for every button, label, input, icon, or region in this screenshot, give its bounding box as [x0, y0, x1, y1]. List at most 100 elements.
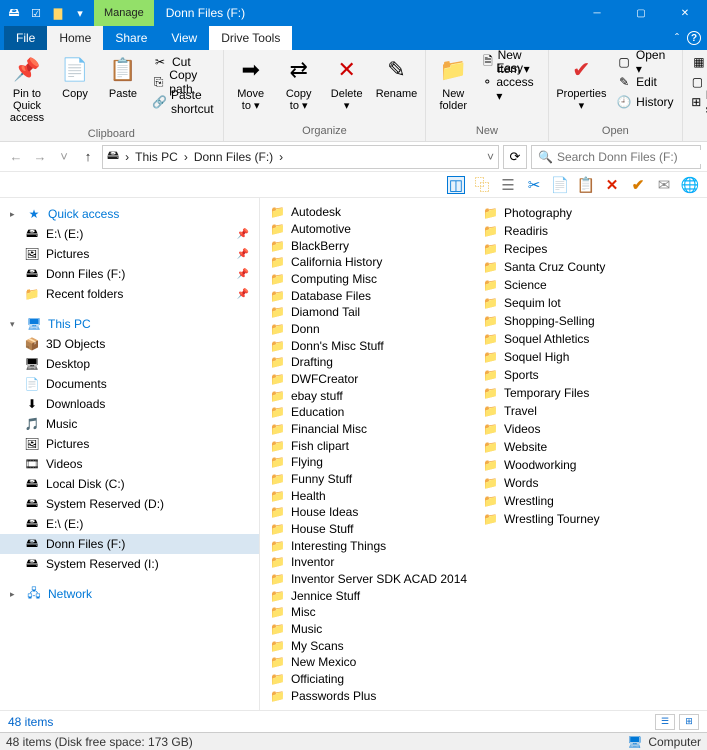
nav-item[interactable]: 🖴E:\ (E:)📌	[0, 224, 259, 244]
ribbon-collapse-icon[interactable]: ˆ	[675, 31, 679, 45]
folder-item[interactable]: 📁Wrestling	[481, 492, 607, 510]
properties-button[interactable]: ✔Properties ▾	[553, 52, 611, 114]
folder-item[interactable]: 📁Shopping-Selling	[481, 312, 607, 330]
chevron-right-icon[interactable]: ›	[121, 150, 133, 164]
folder-item[interactable]: 📁Computing Misc	[268, 271, 469, 288]
nav-recent-dropdown[interactable]: ˅	[54, 145, 74, 169]
folder-item[interactable]: 📁Words	[481, 474, 607, 492]
breadcrumb[interactable]: 🖴 › This PC › Donn Files (F:) › ˅	[102, 145, 499, 169]
invert-selection-button[interactable]: ⊞Invert selection	[687, 92, 707, 112]
tab-drive-tools[interactable]: Drive Tools	[209, 26, 292, 50]
folder-item[interactable]: 📁Santa Cruz County	[481, 258, 607, 276]
tab-share[interactable]: Share	[103, 26, 159, 50]
folder-item[interactable]: 📁Woodworking	[481, 456, 607, 474]
folder-item[interactable]: 📁Music	[268, 621, 469, 638]
folder-item[interactable]: 📁Sports	[481, 366, 607, 384]
folder-item[interactable]: 📁Drafting	[268, 354, 469, 371]
nav-item[interactable]: 🖴E:\ (E:)	[0, 514, 259, 534]
list-icon[interactable]: ☰	[499, 176, 517, 194]
refresh-button[interactable]: ⟳	[503, 145, 527, 169]
nav-item[interactable]: 📄Documents	[0, 374, 259, 394]
paste-icon[interactable]: 📋	[577, 176, 595, 194]
folder-item[interactable]: 📁Funny Stuff	[268, 471, 469, 488]
new-folder-button[interactable]: 📁New folder	[430, 52, 476, 114]
folder-item[interactable]: 📁House Ideas	[268, 504, 469, 521]
folder-item[interactable]: 📁Interesting Things	[268, 537, 469, 554]
nav-item[interactable]: 🖼Pictures📌	[0, 244, 259, 264]
nav-item[interactable]: 🖥Desktop	[0, 354, 259, 374]
folder-item[interactable]: 📁Jennice Stuff	[268, 587, 469, 604]
folder-item[interactable]: 📁Donn	[268, 321, 469, 338]
large-icons-view-button[interactable]: ⊞	[679, 714, 699, 730]
close-button[interactable]: ✕	[663, 0, 707, 26]
move-to-button[interactable]: ➡Move to ▾	[228, 52, 274, 114]
nav-item[interactable]: 📁Recent folders📌	[0, 284, 259, 304]
search-box[interactable]: 🔍	[531, 145, 701, 169]
cut-icon[interactable]: ✂	[525, 176, 543, 194]
qat-newfolder-icon[interactable]: ▇	[48, 3, 68, 23]
folder-item[interactable]: 📁BlackBerry	[268, 237, 469, 254]
folder-item[interactable]: 📁Autodesk	[268, 204, 469, 221]
nav-item[interactable]: 🖴Donn Files (F:)	[0, 534, 259, 554]
mail-icon[interactable]: ✉	[655, 176, 673, 194]
context-tab-manage[interactable]: Manage	[94, 0, 154, 26]
folder-item[interactable]: 📁Automotive	[268, 221, 469, 238]
folder-item[interactable]: 📁Soquel High	[481, 348, 607, 366]
check-icon[interactable]: ✔	[629, 176, 647, 194]
globe-icon[interactable]: 🌐	[681, 176, 699, 194]
nav-item[interactable]: 🎵Music	[0, 414, 259, 434]
folder-item[interactable]: 📁Videos	[481, 420, 607, 438]
folder-item[interactable]: 📁Temporary Files	[481, 384, 607, 402]
nav-item[interactable]: 🖴System Reserved (I:)	[0, 554, 259, 574]
folder-item[interactable]: 📁Flying	[268, 454, 469, 471]
breadcrumb-dropdown-icon[interactable]: ˅	[487, 150, 494, 164]
folder-item[interactable]: 📁Travel	[481, 402, 607, 420]
paste-button[interactable]: 📋Paste	[100, 52, 146, 102]
nav-item[interactable]: 🖴System Reserved (D:)	[0, 494, 259, 514]
tab-view[interactable]: View	[159, 26, 209, 50]
tab-home[interactable]: Home	[47, 26, 103, 50]
folder-item[interactable]: 📁Website	[481, 438, 607, 456]
copy-button[interactable]: 📄Copy	[52, 52, 98, 102]
select-all-button[interactable]: ▦Select all	[687, 52, 707, 72]
folder-item[interactable]: 📁Health	[268, 487, 469, 504]
search-input[interactable]	[557, 150, 707, 164]
copy-to-button[interactable]: ⇄Copy to ▾	[276, 52, 322, 114]
minimize-button[interactable]: ─	[575, 0, 619, 26]
maximize-button[interactable]: ▢	[619, 0, 663, 26]
preview-pane-icon[interactable]: ◫	[447, 176, 465, 194]
nav-item[interactable]: 🎞Videos	[0, 454, 259, 474]
nav-item[interactable]: 🖴Local Disk (C:)	[0, 474, 259, 494]
folder-item[interactable]: 📁Sequim lot	[481, 294, 607, 312]
nav-this-pc[interactable]: ▾🖥This PC	[0, 314, 259, 334]
help-icon[interactable]: ?	[687, 31, 701, 45]
rename-button[interactable]: ✎Rename	[372, 52, 422, 102]
folder-item[interactable]: 📁Passwords Plus	[268, 687, 469, 704]
chevron-right-icon[interactable]: ›	[180, 150, 192, 164]
breadcrumb-part[interactable]: This PC	[135, 150, 178, 164]
folder-item[interactable]: 📁Recipes	[481, 240, 607, 258]
easy-access-button[interactable]: ⚬Easy access ▾	[478, 72, 543, 92]
folder-item[interactable]: 📁Officiating	[268, 671, 469, 688]
folder-item[interactable]: 📁ebay stuff	[268, 387, 469, 404]
select-none-button[interactable]: ▢Select none	[687, 72, 707, 92]
pin-to-quick-access-button[interactable]: 📌Pin to Quick access	[4, 52, 50, 126]
qat-dropdown-icon[interactable]: ▾	[70, 3, 90, 23]
nav-back-button[interactable]: ←	[6, 145, 26, 169]
edit-button[interactable]: ✎Edit	[612, 72, 678, 92]
folder-item[interactable]: 📁Inventor Server SDK ACAD 2014	[268, 571, 469, 588]
delete-button[interactable]: ✕Delete ▾	[324, 52, 370, 114]
nav-forward-button[interactable]: →	[30, 145, 50, 169]
folder-item[interactable]: 📁Science	[481, 276, 607, 294]
qat-properties-icon[interactable]: ☑	[26, 3, 46, 23]
copy2-icon[interactable]: 📄	[551, 176, 569, 194]
copy-icon[interactable]: ⿻	[473, 176, 491, 194]
nav-item[interactable]: 🖴Donn Files (F:)📌	[0, 264, 259, 284]
folder-item[interactable]: 📁New Mexico	[268, 654, 469, 671]
folder-item[interactable]: 📁Inventor	[268, 554, 469, 571]
folder-item[interactable]: 📁My Scans	[268, 637, 469, 654]
details-view-button[interactable]: ☰	[655, 714, 675, 730]
folder-item[interactable]: 📁Education	[268, 404, 469, 421]
folder-item[interactable]: 📁Diamond Tail	[268, 304, 469, 321]
history-button[interactable]: 🕘History	[612, 92, 678, 112]
